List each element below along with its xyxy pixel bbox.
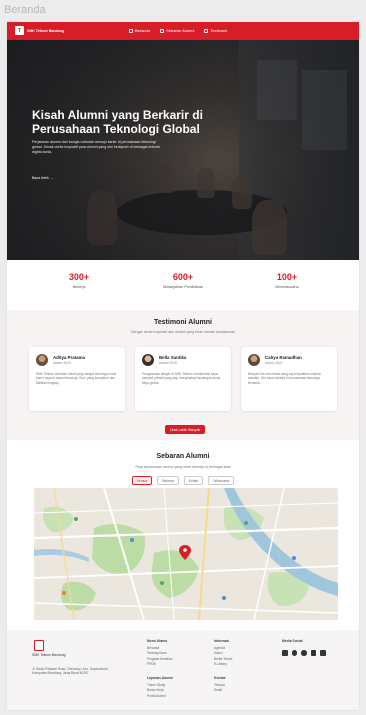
hero-banner: Kisah Alumni yang Berkarir di Perusahaan… <box>7 40 359 260</box>
stat-label: Berwirausaha <box>275 285 299 289</box>
top-navbar: T SMK Telkom Bandung Beranda Sebaran Alu… <box>7 22 359 40</box>
twitter-icon[interactable] <box>320 650 326 656</box>
hero-description: Perjalanan alumni dari bangku sekolah me… <box>32 140 161 154</box>
footer-social-heading: Media Sosial <box>282 639 303 643</box>
map-poi-marker <box>74 517 78 521</box>
stat-value: 600+ <box>172 272 194 282</box>
card-quote: Pengalaman belajar di SMK Telkom membent… <box>142 372 221 385</box>
footer-link[interactable]: PPDB <box>147 662 173 667</box>
testimoni-title: Testimoni Alumni <box>154 319 212 326</box>
card-quote: Banyak ilmu dan relasi yang saya dapatka… <box>248 372 321 385</box>
map-poi-marker <box>222 596 226 600</box>
stat-label: Melanjutkan Pendidikan <box>162 285 204 289</box>
more-testimoni-button[interactable]: Lihat Lebih Banyak <box>165 425 205 434</box>
footer-social-heading-wrap: Media Sosial <box>282 639 303 646</box>
footer-col-heading: Menu Utama <box>147 639 168 643</box>
card-name: Cahya Ramadhan <box>265 355 302 360</box>
frame-title: Beranda <box>4 4 46 16</box>
hero-read-more-link[interactable]: Baca lebih → <box>32 176 53 180</box>
card-name: Aditya Pratama <box>53 355 85 360</box>
footer-col-heading: Informasi <box>214 639 230 643</box>
avatar <box>248 354 260 366</box>
map-poi-marker <box>62 591 66 595</box>
alumni-map[interactable] <box>34 488 338 620</box>
nav-link-label: Sebaran Alumni <box>166 28 195 33</box>
card-role: Alumni 2021 <box>265 361 283 365</box>
map-icon <box>160 28 165 33</box>
filter-kuliah[interactable]: Kuliah <box>183 476 204 485</box>
facebook-icon[interactable] <box>301 650 307 656</box>
testimoni-subtitle: Dengar cerita inspiratif dari alumni yan… <box>130 330 236 334</box>
stat-berwirausaha: 100+ Berwirausaha <box>242 260 332 310</box>
footer-col-kontak: Kontak Telepon Email <box>214 676 226 694</box>
map-filter-tabs: Semua Bekerja Kuliah Wirausaha <box>7 476 359 485</box>
instagram-icon[interactable] <box>291 650 297 656</box>
map-canvas <box>34 488 338 620</box>
testimoni-card: Cahya Ramadhan Alumni 2021 Banyak ilmu d… <box>241 347 337 411</box>
card-quote: SMK Telkom memberi bekal yang sangat ber… <box>36 372 117 385</box>
card-role: Alumni 2020 <box>53 361 71 365</box>
testimoni-cards: Aditya Pratama Alumni 2020 SMK Telkom me… <box>29 347 337 411</box>
footer-col-menu: Menu Utama Beranda Tentang Kami Program … <box>147 639 173 667</box>
footer-address: Jl. Radio Palasari Road, Citeureup, Kec.… <box>32 667 109 676</box>
footer-col-heading: Kontak <box>214 676 226 680</box>
footer-logo-icon <box>34 640 44 651</box>
stat-value: 100+ <box>276 272 298 282</box>
stat-bekerja: 300+ Bekerja <box>34 260 124 310</box>
filter-semua[interactable]: Semua <box>131 476 153 485</box>
youtube-icon[interactable] <box>282 650 288 656</box>
tiktok-icon[interactable] <box>310 650 316 656</box>
nav-links: Beranda Sebaran Alumni Testimoni <box>129 28 227 33</box>
logo-text: SMK Telkom Bandung <box>27 28 64 33</box>
map-poi-marker <box>160 581 164 585</box>
map-poi-marker <box>244 521 248 525</box>
footer-link[interactable]: Portal Alumni <box>147 694 173 699</box>
sebaran-title: Sebaran Alumni <box>156 453 210 460</box>
nav-link-label: Testimoni <box>210 28 228 33</box>
stat-label: Bekerja <box>72 285 86 289</box>
testimoni-card: Bella Santika Alumni 2019 Pengalaman bel… <box>135 347 231 411</box>
avatar <box>142 354 154 366</box>
map-poi-marker <box>130 538 134 542</box>
logo-mark-icon: T <box>15 26 24 35</box>
school-logo[interactable]: T SMK Telkom Bandung <box>15 26 64 35</box>
social-links <box>282 650 326 656</box>
stats-section: 300+ Bekerja 600+ Melanjutkan Pendidikan… <box>7 260 359 310</box>
sebaran-subtitle: Peta persebaran alumni yang telah bekerj… <box>135 465 231 469</box>
footer-logo-text: SMK Telkom Bandung <box>32 653 66 657</box>
site-footer: SMK Telkom Bandung Jl. Radio Palasari Ro… <box>7 630 359 710</box>
filter-wirausaha[interactable]: Wirausaha <box>208 476 235 485</box>
home-icon <box>129 28 133 33</box>
testimoni-section: Testimoni Alumni Dengar cerita inspirati… <box>7 310 359 440</box>
card-role: Alumni 2019 <box>159 361 177 365</box>
landing-page: T SMK Telkom Bandung Beranda Sebaran Alu… <box>7 22 359 710</box>
footer-col-informasi: Informasi Agenda Galeri Berita Terkini E… <box>214 639 232 667</box>
nav-link-beranda[interactable]: Beranda <box>129 28 150 33</box>
chat-icon <box>204 28 209 33</box>
hero-title: Kisah Alumni yang Berkarir di Perusahaan… <box>32 108 203 136</box>
footer-col-heading: Layanan Alumni <box>147 676 174 680</box>
nav-link-label: Beranda <box>135 28 151 33</box>
nav-link-testimoni[interactable]: Testimoni <box>204 28 227 33</box>
footer-link[interactable]: E-Library <box>214 662 232 667</box>
nav-link-sebaran-alumni[interactable]: Sebaran Alumni <box>160 28 194 33</box>
filter-bekerja[interactable]: Bekerja <box>157 476 179 485</box>
footer-col-layanan: Layanan Alumni Tracer Study Bursa Kerja … <box>147 676 173 699</box>
stat-pendidikan: 600+ Melanjutkan Pendidikan <box>138 260 228 310</box>
testimoni-card: Aditya Pratama Alumni 2020 SMK Telkom me… <box>29 347 125 411</box>
sebaran-section: Sebaran Alumni Peta persebaran alumni ya… <box>7 440 359 630</box>
avatar <box>36 354 48 366</box>
footer-link[interactable]: Email <box>214 688 226 693</box>
map-poi-marker <box>292 556 296 560</box>
card-name: Bella Santika <box>159 355 187 360</box>
stat-value: 300+ <box>68 272 90 282</box>
